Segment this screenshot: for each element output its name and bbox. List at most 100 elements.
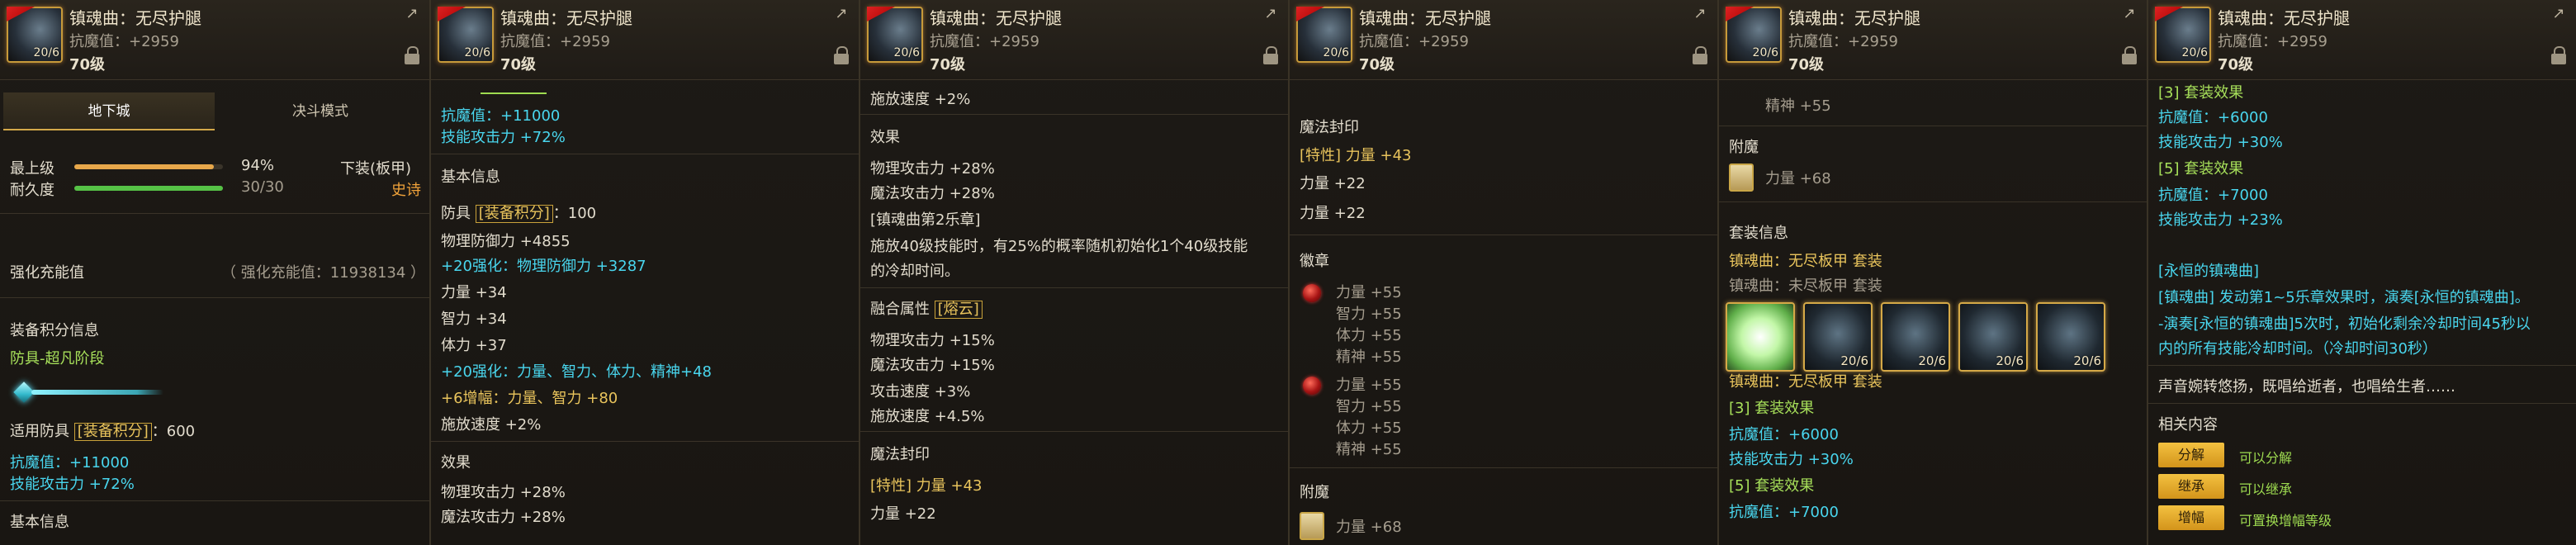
inherit-button[interactable]: 继承 [2158, 474, 2224, 499]
tooltip-header: 20/6 镇魂曲：无尽护腿 抗魔值：+2959 70级 ↗ [0, 0, 429, 80]
fusion-attr: 融合属性 [熔云] [870, 297, 983, 319]
share-icon[interactable]: ↗ [832, 5, 850, 23]
set-item-icons: 20/6 20/6 20/6 20/6 [1726, 302, 2105, 372]
phys-def: 物理防御力 +4855 [441, 233, 571, 250]
set-name-2: 镇魂曲：未尽板甲 套装 [1729, 277, 1882, 295]
icon-level: 20/6 [1323, 46, 1349, 59]
durability-label: 耐久度 [10, 182, 54, 199]
item-icon[interactable]: 20/6 [7, 7, 63, 63]
set-item-icon[interactable]: 20/6 [1803, 302, 1873, 372]
lock-icon[interactable] [405, 46, 419, 64]
stat-int: 智力 +34 [441, 310, 507, 328]
set-item-icon[interactable]: 20/6 [2036, 302, 2105, 372]
emblem2-spi: 精神 +55 [1336, 441, 1402, 458]
max-level-label: 最上级 [10, 160, 54, 178]
fusion-phys: 物理攻击力 +15% [870, 332, 995, 349]
item-name: 镇魂曲：无尽护腿 [930, 8, 1062, 28]
effect-title: 效果 [441, 454, 471, 472]
item-level: 70级 [1359, 56, 1395, 73]
lock-icon[interactable] [2551, 46, 2566, 64]
gem-progress [31, 390, 163, 395]
share-icon[interactable]: ↗ [403, 5, 421, 23]
anti-7000: 抗魔值：+7000 [1729, 504, 1839, 521]
anti-magic: 抗魔值：+2959 [69, 33, 179, 50]
seal-trait: [特性] 力量 +43 [1300, 147, 1412, 164]
emblem1-int: 智力 +55 [1336, 306, 1402, 323]
slot-type: 下装(板甲) [340, 160, 412, 178]
set5-effect: [5] 套装效果 [1729, 477, 1815, 495]
enchant-title: 附魔 [1300, 484, 1329, 501]
scroll-indicator [481, 92, 547, 94]
item-icon[interactable]: 20/6 [1726, 7, 1782, 63]
enchant-title: 附魔 [1729, 139, 1759, 156]
item-name: 镇魂曲：无尽护腿 [2218, 8, 2350, 28]
emblem-title: 徽章 [1300, 253, 1329, 270]
disassemble-desc: 可以分解 [2239, 450, 2293, 466]
icon-level: 20/6 [33, 46, 59, 59]
item-tooltip-panel-3: 20/6 镇魂曲：无尽护腿 抗魔值：+2959 70级 ↗ 施放速度 +2% 效… [860, 0, 1290, 545]
anti-magic: 抗魔值：+2959 [2218, 33, 2327, 50]
durability-value: 30/30 [241, 178, 284, 196]
new-ribbon-icon [1296, 7, 1324, 21]
item-name: 镇魂曲：无尽护腿 [500, 8, 632, 28]
amplify-button[interactable]: 增幅 [2158, 505, 2224, 530]
set-item-icon[interactable]: 20/6 [1881, 302, 1950, 372]
item-icon[interactable]: 20/6 [2155, 7, 2211, 63]
durability-bar [74, 186, 223, 191]
magic-seal-title: 魔法封印 [1300, 119, 1359, 136]
item-level: 70级 [930, 56, 966, 73]
item-tooltip-panel-1: 20/6 镇魂曲：无尽护腿 抗魔值：+2959 70级 ↗ 地下城 决斗模式 最… [0, 0, 431, 545]
related-title: 相关内容 [2158, 416, 2218, 434]
item-name: 镇魂曲：无尽护腿 [1788, 8, 1920, 28]
emblem2-int: 智力 +55 [1336, 398, 1402, 415]
cast-speed: 施放速度 +2% [441, 416, 542, 434]
tooltip-header: 20/6 镇魂曲：无尽护腿 抗魔值：+2959 70级 ↗ [2148, 0, 2576, 80]
item-level: 70级 [2218, 56, 2254, 73]
icon-level: 20/6 [893, 46, 920, 59]
skill-atk-line: 技能攻击力 +72% [10, 476, 135, 493]
tooltip-header: 20/6 镇魂曲：无尽护腿 抗魔值：+2959 70级 ↗ [860, 0, 1288, 80]
disassemble-button[interactable]: 分解 [2158, 443, 2224, 467]
share-icon[interactable]: ↗ [1691, 5, 1709, 23]
set-item-icon[interactable] [1726, 302, 1795, 372]
icon-level: 20/6 [464, 46, 490, 59]
chapter-desc-2: 的冷却时间。 [870, 263, 959, 280]
set-name-1: 镇魂曲：无尽板甲 套装 [1729, 253, 1882, 270]
lock-icon[interactable] [1693, 46, 1707, 64]
flavor-text: 声音婉转悠扬，既唱给逝者，也唱给生者…… [2158, 378, 2455, 396]
skill-23: 技能攻击力 +23% [2158, 211, 2283, 229]
new-ribbon-icon [2155, 7, 2183, 21]
item-icon[interactable]: 20/6 [438, 7, 494, 63]
basic-info: 基本信息 [441, 168, 500, 186]
item-icon[interactable]: 20/6 [867, 7, 923, 63]
new-ribbon-icon [7, 7, 35, 21]
set-item-icon[interactable]: 20/6 [1958, 302, 2028, 372]
lock-icon[interactable] [834, 46, 849, 64]
equip-score-info: 装备积分信息 [10, 322, 99, 339]
set-info-title: 套装信息 [1729, 225, 1788, 242]
emblem1-vit: 体力 +55 [1336, 327, 1402, 344]
magic-seal-title: 魔法封印 [870, 446, 930, 463]
new-ribbon-icon [438, 7, 466, 21]
tab-duel[interactable]: 决斗模式 [215, 92, 426, 130]
item-icon[interactable]: 20/6 [1296, 7, 1352, 63]
fusion-atkspd: 攻击速度 +3% [870, 383, 971, 400]
item-name: 镇魂曲：无尽护腿 [69, 8, 201, 28]
tooltip-header: 20/6 镇魂曲：无尽护腿 抗魔值：+2959 70级 ↗ [1719, 0, 2147, 80]
new-ribbon-icon [1726, 7, 1754, 21]
tab-dungeon[interactable]: 地下城 [3, 92, 215, 130]
emblem2-vit: 体力 +55 [1336, 419, 1402, 437]
lock-icon[interactable] [1263, 46, 1278, 64]
max-level-pct: 94% [241, 157, 275, 174]
share-icon[interactable]: ↗ [2120, 5, 2138, 23]
enh20-def: +20强化：物理防御力 +3287 [441, 258, 646, 275]
share-icon[interactable]: ↗ [1262, 5, 1280, 23]
share-icon[interactable]: ↗ [2550, 5, 2568, 23]
armor-tier: 防具-超凡阶段 [10, 350, 105, 367]
emblem1-spi: 精神 +55 [1336, 348, 1402, 366]
anti-magic-line: 抗魔值：+11000 [10, 454, 130, 472]
skill-30: 技能攻击力 +30% [1729, 451, 1854, 468]
lock-icon[interactable] [2122, 46, 2137, 64]
tooltip-header: 20/6 镇魂曲：无尽护腿 抗魔值：+2959 70级 ↗ [431, 0, 859, 80]
seal-str-1: 力量 +22 [1300, 175, 1366, 192]
